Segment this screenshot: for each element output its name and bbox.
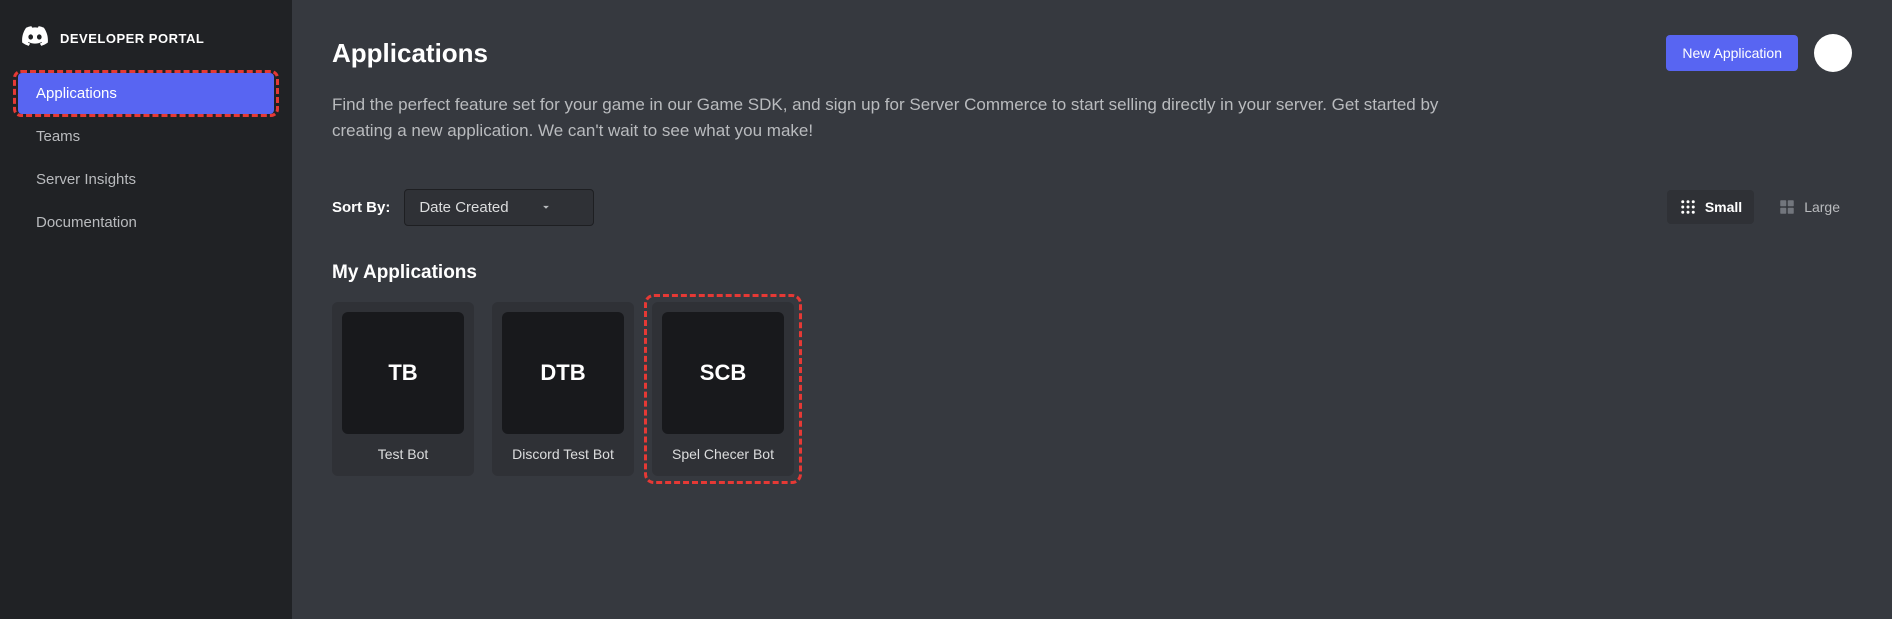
view-small-button[interactable]: Small <box>1667 190 1754 224</box>
header-actions: New Application <box>1666 34 1852 72</box>
sort-label: Sort By: <box>332 199 390 216</box>
sidebar-item-server-insights[interactable]: Server Insights <box>18 159 274 200</box>
sidebar-item-documentation[interactable]: Documentation <box>18 202 274 243</box>
avatar[interactable] <box>1814 34 1852 72</box>
sidebar-item-teams[interactable]: Teams <box>18 116 274 157</box>
app-card-test-bot[interactable]: TB Test Bot <box>332 302 474 476</box>
app-initials: SCB <box>700 360 746 386</box>
app-thumb: DTB <box>502 312 624 434</box>
app-initials: DTB <box>540 360 585 386</box>
page-title: Applications <box>332 38 488 69</box>
brand-label: DEVELOPER PORTAL <box>60 31 204 46</box>
grid-small-icon <box>1679 198 1697 216</box>
app-name: Spel Checer Bot <box>672 446 774 462</box>
app-card-spel-checer-bot[interactable]: SCB Spel Checer Bot <box>652 302 794 476</box>
view-toggles: Small Large <box>1667 190 1852 224</box>
app-thumb: TB <box>342 312 464 434</box>
sort-selected-value: Date Created <box>419 199 508 216</box>
app-name: Discord Test Bot <box>512 446 614 462</box>
sort-select[interactable]: Date Created <box>404 189 593 226</box>
view-large-label: Large <box>1804 199 1840 215</box>
controls-row: Sort By: Date Created Small Lar <box>332 189 1852 226</box>
view-small-label: Small <box>1705 199 1742 215</box>
app-initials: TB <box>388 360 417 386</box>
new-application-button[interactable]: New Application <box>1666 35 1798 71</box>
brand: DEVELOPER PORTAL <box>0 18 292 73</box>
app-grid: TB Test Bot DTB Discord Test Bot SCB Spe… <box>332 302 1852 476</box>
sidebar: DEVELOPER PORTAL Applications Teams Serv… <box>0 0 292 619</box>
chevron-down-icon <box>539 200 553 214</box>
sidebar-item-applications[interactable]: Applications <box>18 73 274 114</box>
nav-list: Applications Teams Server Insights Docum… <box>0 73 292 243</box>
view-large-button[interactable]: Large <box>1766 190 1852 224</box>
sort-group: Sort By: Date Created <box>332 189 594 226</box>
main-content: Applications New Application Find the pe… <box>292 0 1892 619</box>
app-card-discord-test-bot[interactable]: DTB Discord Test Bot <box>492 302 634 476</box>
page-description: Find the perfect feature set for your ga… <box>332 92 1492 145</box>
header-row: Applications New Application <box>332 34 1852 72</box>
app-name: Test Bot <box>378 446 429 462</box>
section-title: My Applications <box>332 262 1852 284</box>
discord-logo-icon <box>22 26 48 51</box>
grid-large-icon <box>1778 198 1796 216</box>
app-thumb: SCB <box>662 312 784 434</box>
